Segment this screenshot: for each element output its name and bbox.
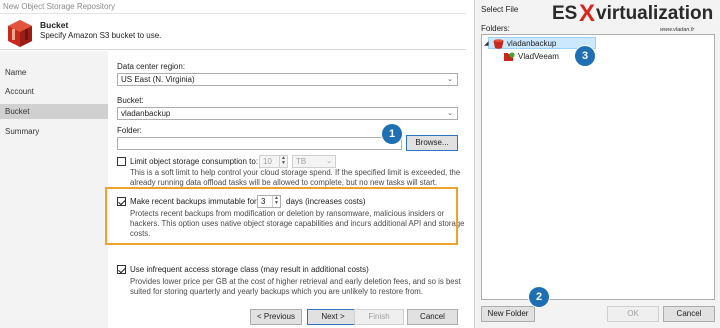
wizard-heading: Bucket xyxy=(40,20,69,30)
limit-value: 10 xyxy=(263,157,272,166)
nav-step-summary[interactable]: Summary xyxy=(0,124,108,139)
callout-badge-2: 2 xyxy=(529,287,549,307)
esxvirtualization-watermark: ES X virtualization xyxy=(552,0,720,27)
immutability-highlight-box xyxy=(105,187,458,245)
expand-arrow-icon[interactable]: ◢ xyxy=(484,38,489,50)
nav-step-name[interactable]: Name xyxy=(0,65,108,80)
bucket-logo-icon xyxy=(8,20,32,47)
bucket-value: vladanbackup xyxy=(121,109,171,118)
window-title: New Object Storage Repository xyxy=(3,2,116,11)
limit-storage-label: Limit object storage consumption to: xyxy=(130,157,259,166)
limit-value-stepper[interactable]: 10 ▲ ▼ xyxy=(259,155,288,168)
browse-button[interactable]: Browse... xyxy=(406,135,458,151)
limit-unit-select[interactable]: TB ⌄ xyxy=(292,155,336,168)
watermark-x: X xyxy=(579,0,596,27)
watermark-url: www.vladan.fr xyxy=(660,27,695,33)
nav-step-bucket[interactable]: Bucket xyxy=(0,104,108,119)
limit-unit: TB xyxy=(296,157,307,166)
folders-label: Folders: xyxy=(481,24,510,33)
infrequent-access-label: Use infrequent access storage class (may… xyxy=(130,265,369,274)
stepper-arrows-icon: ▲ ▼ xyxy=(279,156,287,167)
region-value: US East (N. Virginia) xyxy=(121,75,195,84)
wizard-steps-nav: Name Account Bucket Summary xyxy=(0,51,108,328)
infrequent-access-description: Provides lower price per GB at the cost … xyxy=(130,277,461,296)
bucket-icon xyxy=(493,39,504,49)
finish-button[interactable]: Finish xyxy=(354,309,404,325)
bucket-select[interactable]: vladanbackup ⌄ xyxy=(117,107,458,120)
window-divider xyxy=(466,0,474,328)
folder-label: Folder: xyxy=(117,126,142,135)
select-file-dialog: Select File Folders: ◢ vladanbackup Vlad… xyxy=(474,0,720,328)
ok-button[interactable]: OK xyxy=(607,306,659,322)
chevron-down-icon: ⌄ xyxy=(447,76,453,83)
watermark-prefix: ES xyxy=(552,3,578,24)
infrequent-access-checkbox[interactable] xyxy=(117,265,126,274)
limit-description: This is a soft limit to help control you… xyxy=(130,168,461,187)
folder-input[interactable] xyxy=(117,137,402,150)
dialog-title: Select File xyxy=(481,5,519,14)
wizard-header: Bucket Specify Amazon S3 bucket to use. xyxy=(0,14,466,50)
veeam-folder-icon xyxy=(504,52,515,61)
cancel-button[interactable]: Cancel xyxy=(407,309,458,325)
chevron-down-icon: ⌄ xyxy=(447,110,453,117)
callout-badge-3: 3 xyxy=(575,46,595,66)
new-object-storage-repository-window: New Object Storage Repository Bucket Spe… xyxy=(0,0,466,328)
window-titlebar: New Object Storage Repository xyxy=(0,0,466,14)
chevron-down-icon: ⌄ xyxy=(326,158,332,165)
next-button[interactable]: Next > xyxy=(307,309,359,325)
folder-tree[interactable]: ◢ vladanbackup VladVeeam xyxy=(481,34,715,300)
new-folder-button[interactable]: New Folder xyxy=(481,306,535,322)
tree-item-label: vladanbackup xyxy=(507,39,557,48)
region-select[interactable]: US East (N. Virginia) ⌄ xyxy=(117,73,458,86)
watermark-suffix: virtualization xyxy=(596,3,714,24)
region-label: Data center region: xyxy=(117,62,186,71)
bucket-label: Bucket: xyxy=(117,96,144,105)
tree-item-label: VladVeeam xyxy=(518,52,559,61)
wizard-subheading: Specify Amazon S3 bucket to use. xyxy=(40,31,162,40)
previous-button[interactable]: < Previous xyxy=(250,309,302,325)
limit-storage-checkbox[interactable] xyxy=(117,157,126,166)
callout-badge-1: 1 xyxy=(382,124,402,144)
nav-step-account[interactable]: Account xyxy=(0,84,108,99)
dialog-cancel-button[interactable]: Cancel xyxy=(663,306,715,322)
